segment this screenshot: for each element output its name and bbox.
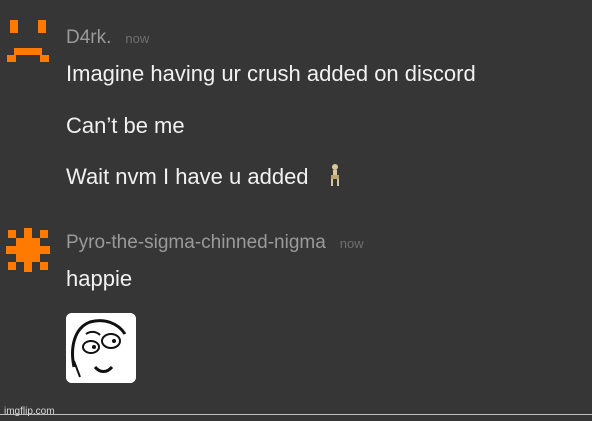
timestamp: now xyxy=(125,31,150,46)
meme-face-sticker-icon[interactable] xyxy=(66,313,136,383)
watermark-text: imgflip.com xyxy=(4,406,55,417)
username[interactable]: Pyro-the-sigma-chinned-nigma xyxy=(66,232,326,254)
message-text: Wait nvm I have u added xyxy=(66,163,309,189)
message-text: happie xyxy=(66,266,133,291)
timestamp: now xyxy=(339,236,364,251)
message-text-with-emoji: Wait nvm I have u added xyxy=(66,163,341,193)
divider-line xyxy=(0,414,592,415)
orange-splat-avatar-icon[interactable] xyxy=(4,226,52,274)
message-header-1: D4rk. now xyxy=(66,27,149,49)
message-header-2: Pyro-the-sigma-chinned-nigma now xyxy=(66,232,364,254)
sad-face-avatar-icon[interactable] xyxy=(4,18,52,66)
username[interactable]: D4rk. xyxy=(66,27,111,49)
skeleton-emoji-icon xyxy=(329,163,341,193)
message-text: Imagine having ur crush added on discord xyxy=(66,61,476,86)
message-text: Can’t be me xyxy=(66,113,185,138)
